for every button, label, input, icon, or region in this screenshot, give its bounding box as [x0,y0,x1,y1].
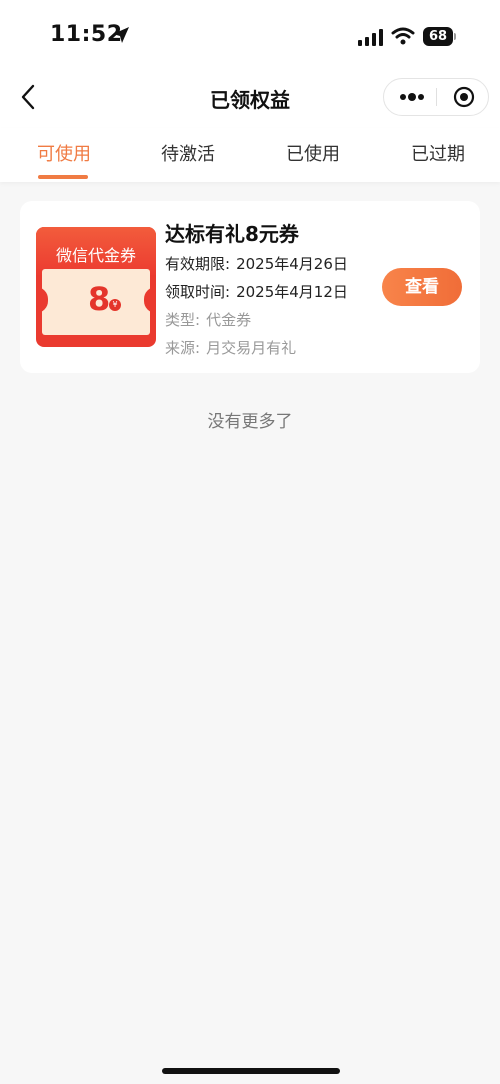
source-row: 来源: 月交易月有礼 [165,337,296,358]
validity-label: 有效期限: [165,255,231,273]
mini-program-capsule [383,78,489,116]
home-indicator[interactable] [162,1068,340,1074]
battery-tip [454,33,456,40]
status-bar: 11:52 68 [0,0,500,70]
type-label: 类型: [165,311,201,329]
active-tab-indicator [38,175,88,179]
coupon-title: 达标有礼8元券 [165,222,299,246]
yuan-currency-icon: ¥ [109,299,121,311]
tab-available[interactable]: 可使用 [37,140,91,166]
received-row: 领取时间: 2025年4月12日 [165,281,348,302]
coupon-thumbnail-label: 微信代金券 [55,246,136,265]
nav-bar: 已领权益 [0,70,500,128]
validity-value: 2025年4月26日 [236,255,348,273]
location-arrow-icon [113,27,129,43]
coupon-thumbnail-header: 微信代金券 [36,227,156,275]
received-label: 领取时间: [165,283,231,301]
coupon-thumbnail-amount: 8 [88,280,111,318]
validity-row: 有效期限: 2025年4月26日 [165,253,348,274]
tab-used[interactable]: 已使用 [286,140,340,166]
tab-expired[interactable]: 已过期 [411,140,465,166]
coupon-card[interactable]: 微信代金券 8 ¥ 达标有礼8元券 有效期限: 2025年4月26日 领取时间: 2… [20,201,480,373]
type-row: 类型: 代金券 [165,309,251,330]
coupon-thumbnail-body: 8 ¥ [36,269,156,335]
more-dots-icon[interactable] [392,85,432,109]
coupon-thumbnail: 微信代金券 8 ¥ [36,227,156,347]
battery-indicator: 68 [423,27,456,46]
close-target-icon[interactable] [450,85,478,109]
no-more-text: 没有更多了 [207,412,293,432]
coupon-notch-right [144,287,156,313]
received-value: 2025年4月12日 [236,283,348,301]
capsule-divider [436,88,437,106]
cellular-signal-icon [358,29,383,46]
tab-pending-activation[interactable]: 待激活 [161,140,215,166]
source-label: 来源: [165,339,201,357]
view-coupon-button[interactable]: 查看 [382,268,462,306]
tab-bar: 可使用 待激活 已使用 已过期 [0,128,500,182]
wifi-icon [391,27,415,45]
type-value: 代金券 [206,311,252,329]
battery-level: 68 [423,27,453,46]
coupon-notch-left [36,287,48,313]
source-value: 月交易月有礼 [206,339,297,357]
